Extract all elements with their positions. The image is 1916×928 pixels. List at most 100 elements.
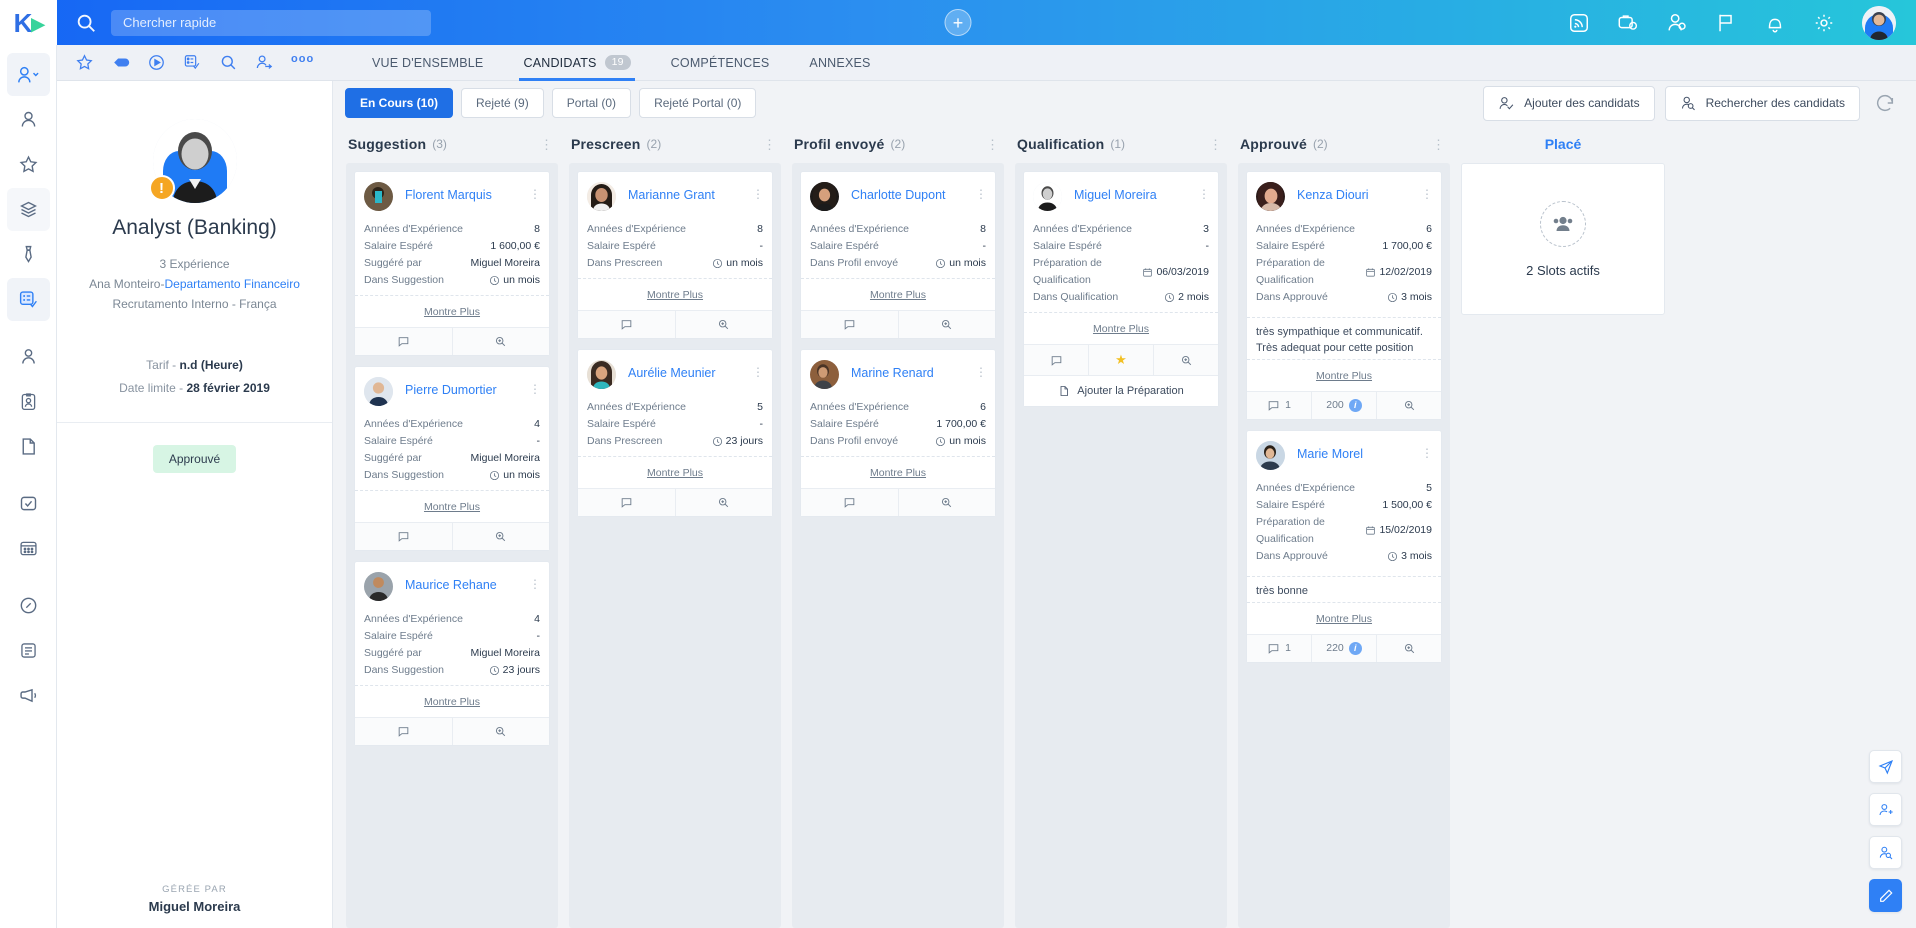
- card-menu-icon[interactable]: ⋮: [1421, 188, 1433, 200]
- tab-annexes[interactable]: ANNEXES: [789, 45, 890, 81]
- search-icon[interactable]: [219, 53, 238, 72]
- candidate-name[interactable]: Miguel Moreira: [1074, 188, 1198, 203]
- gear-icon[interactable]: [1813, 12, 1835, 34]
- flag-icon[interactable]: [1715, 12, 1737, 34]
- comment-action[interactable]: [578, 489, 676, 516]
- rail-item-contacts[interactable]: [7, 335, 50, 378]
- comment-action[interactable]: [355, 718, 453, 745]
- show-more-link[interactable]: Montre Plus: [1093, 323, 1149, 335]
- show-more-link[interactable]: Montre Plus: [647, 467, 703, 479]
- rail-item-calendar[interactable]: [7, 527, 50, 570]
- candidate-name[interactable]: Aurélie Meunier: [628, 366, 752, 381]
- preview-action[interactable]: [899, 489, 996, 516]
- show-more-link[interactable]: Montre Plus: [1316, 370, 1372, 382]
- card-menu-icon[interactable]: ⋮: [975, 366, 987, 378]
- more-dots-icon[interactable]: ooo: [291, 53, 313, 72]
- app-logo[interactable]: K▸: [0, 0, 57, 45]
- score-action[interactable]: 200 i: [1312, 391, 1377, 419]
- preview-action[interactable]: [899, 311, 996, 338]
- refresh-icon[interactable]: [1874, 92, 1896, 114]
- rail-item-tie[interactable]: [7, 233, 50, 276]
- column-menu-icon[interactable]: ⋮: [1209, 138, 1223, 151]
- card-menu-icon[interactable]: ⋮: [1421, 447, 1433, 459]
- rail-item-stack[interactable]: [6, 188, 50, 231]
- candidate-card[interactable]: Marianne Grant ⋮ Années d'Expérience 8 Sa…: [577, 171, 773, 339]
- column-menu-icon[interactable]: ⋮: [763, 138, 777, 151]
- show-more-link[interactable]: Montre Plus: [870, 289, 926, 301]
- rss-icon[interactable]: [1568, 12, 1590, 34]
- filter-rejete-portal[interactable]: Rejeté Portal (0): [639, 88, 757, 118]
- candidate-card[interactable]: Kenza Diouri ⋮ Années d'Expérience 6 Sala…: [1246, 171, 1442, 420]
- show-more-link[interactable]: Montre Plus: [870, 467, 926, 479]
- avatar[interactable]: [1862, 5, 1896, 40]
- comment-action[interactable]: [801, 311, 899, 338]
- show-more-link[interactable]: Montre Plus: [1316, 613, 1372, 625]
- preview-action[interactable]: [676, 489, 773, 516]
- rail-item-user-menu[interactable]: [6, 53, 50, 96]
- star-icon[interactable]: [75, 53, 94, 72]
- candidate-card[interactable]: Florent Marquis ⋮ Années d'Expérience 8 S…: [354, 171, 550, 356]
- rail-item-badge[interactable]: [7, 380, 50, 423]
- card-menu-icon[interactable]: ⋮: [752, 366, 764, 378]
- candidate-card[interactable]: Pierre Dumortier ⋮ Années d'Expérience 4 …: [354, 366, 550, 551]
- add-candidates-button[interactable]: Ajouter des candidats: [1483, 85, 1655, 121]
- preview-action[interactable]: [453, 718, 550, 745]
- user-search-icon[interactable]: [1869, 836, 1902, 869]
- candidate-name[interactable]: Florent Marquis: [405, 188, 529, 203]
- show-more-link[interactable]: Montre Plus: [424, 306, 480, 318]
- search-icon[interactable]: [75, 12, 97, 34]
- comment-action[interactable]: 1: [1247, 634, 1312, 662]
- card-menu-icon[interactable]: ⋮: [529, 383, 541, 395]
- show-more-link[interactable]: Montre Plus: [424, 501, 480, 513]
- tab-competences[interactable]: COMPÉTENCES: [651, 45, 790, 81]
- card-menu-icon[interactable]: ⋮: [752, 188, 764, 200]
- comment-action[interactable]: [578, 311, 676, 338]
- candidate-name[interactable]: Marianne Grant: [628, 188, 752, 203]
- diamond-icon[interactable]: [111, 53, 130, 72]
- card-menu-icon[interactable]: ⋮: [529, 188, 541, 200]
- card-menu-icon[interactable]: ⋮: [1198, 188, 1210, 200]
- user-plus-icon[interactable]: [1869, 793, 1902, 826]
- bell-icon[interactable]: [1764, 12, 1786, 34]
- add-preparation-button[interactable]: Ajouter la Préparation: [1024, 375, 1218, 406]
- job-department-link[interactable]: Departamento Financeiro: [164, 277, 299, 291]
- search-candidates-button[interactable]: Rechercher des candidats: [1664, 85, 1860, 121]
- rail-item-document[interactable]: [7, 425, 50, 468]
- tab-candidats[interactable]: CANDIDATS 19: [503, 45, 650, 81]
- column-menu-icon[interactable]: ⋮: [986, 138, 1000, 151]
- candidate-card[interactable]: Marie Morel ⋮ Années d'Expérience 5 Salai…: [1246, 429, 1442, 663]
- comment-action[interactable]: [355, 523, 453, 550]
- list-check-icon[interactable]: [183, 53, 202, 72]
- filter-rejete[interactable]: Rejeté (9): [461, 88, 544, 118]
- rate-action[interactable]: ★: [1089, 345, 1154, 375]
- add-button[interactable]: +: [944, 9, 972, 36]
- tab-vue-densemble[interactable]: VUE D'ENSEMBLE: [352, 45, 503, 81]
- user-arrow-icon[interactable]: [255, 53, 274, 72]
- score-action[interactable]: 220 i: [1312, 634, 1377, 662]
- status-badge[interactable]: Approuvé: [152, 444, 237, 473]
- candidate-name[interactable]: Marine Renard: [851, 366, 975, 381]
- candidate-card[interactable]: Charlotte Dupont ⋮ Années d'Expérience 8 …: [800, 171, 996, 339]
- rail-item-announcement[interactable]: [7, 674, 50, 717]
- search-input[interactable]: [111, 9, 431, 36]
- show-more-link[interactable]: Montre Plus: [424, 696, 480, 708]
- preview-action[interactable]: [1377, 392, 1441, 419]
- rail-item-dashboard[interactable]: [7, 584, 50, 627]
- candidate-name[interactable]: Marie Morel: [1297, 447, 1421, 462]
- column-menu-icon[interactable]: ⋮: [1432, 138, 1446, 151]
- play-circle-icon[interactable]: [147, 53, 166, 72]
- candidate-card[interactable]: Aurélie Meunier ⋮ Années d'Expérience 5 S…: [577, 349, 773, 517]
- placed-slots-card[interactable]: 2 Slots actifs: [1461, 163, 1665, 315]
- candidate-name[interactable]: Pierre Dumortier: [405, 383, 529, 398]
- candidate-name[interactable]: Charlotte Dupont: [851, 188, 975, 203]
- briefcase-icon[interactable]: [1617, 12, 1639, 34]
- preview-action[interactable]: [453, 328, 550, 355]
- rail-item-reports[interactable]: [7, 629, 50, 672]
- send-icon[interactable]: [1869, 750, 1902, 783]
- rail-item-tasks[interactable]: [7, 482, 50, 525]
- rail-item-profile[interactable]: [7, 98, 50, 141]
- preview-action[interactable]: [453, 523, 550, 550]
- candidate-card[interactable]: Maurice Rehane ⋮ Années d'Expérience 4 Sa…: [354, 561, 550, 746]
- preview-action[interactable]: [1154, 345, 1218, 375]
- show-more-link[interactable]: Montre Plus: [647, 289, 703, 301]
